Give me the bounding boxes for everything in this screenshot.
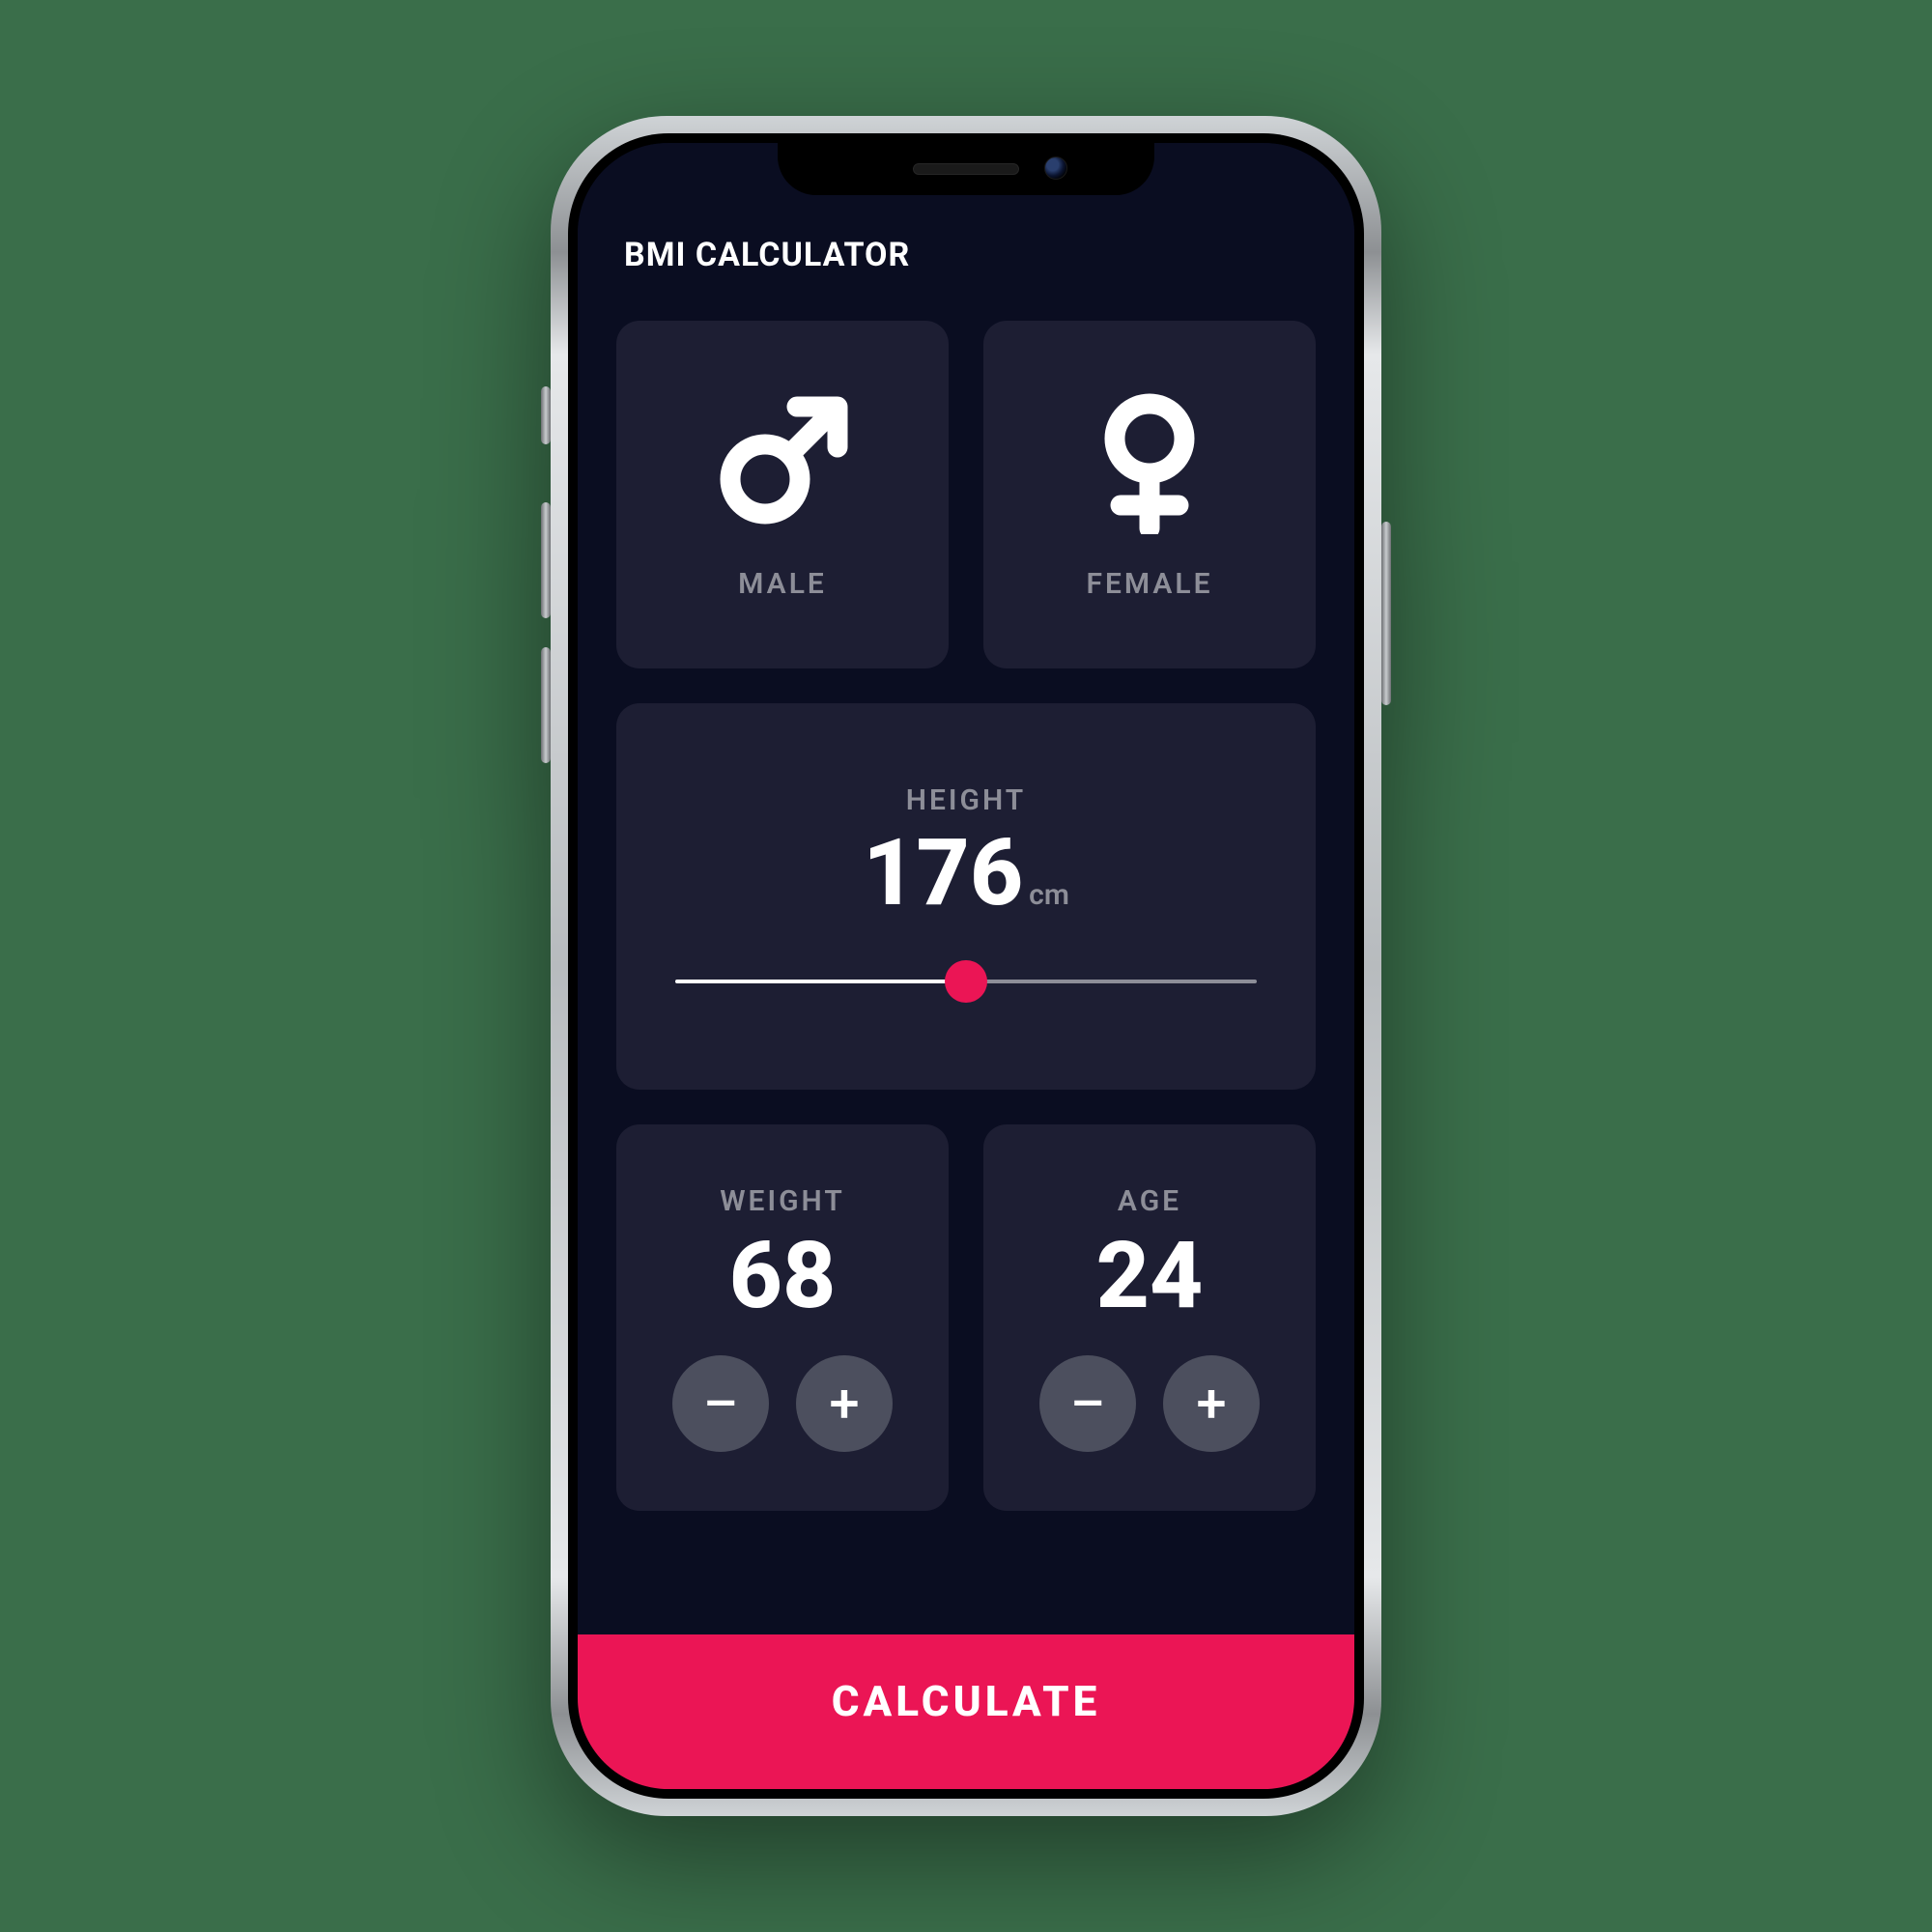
- age-label: AGE: [1118, 1184, 1181, 1218]
- weight-label: WEIGHT: [720, 1184, 845, 1218]
- height-unit: cm: [1029, 878, 1069, 912]
- height-card: HEIGHT 176 cm: [616, 703, 1316, 1090]
- height-label: HEIGHT: [906, 783, 1027, 817]
- calculate-label: CALCULATE: [832, 1676, 1101, 1726]
- weight-minus-button[interactable]: –: [672, 1355, 769, 1452]
- speaker-grille: [913, 163, 1019, 175]
- slider-track-inactive: [966, 980, 1257, 983]
- slider-track-active: [675, 980, 966, 983]
- weight-value: 68: [729, 1230, 837, 1322]
- plus-icon: +: [1196, 1372, 1226, 1435]
- female-card[interactable]: FEMALE: [983, 321, 1316, 668]
- male-icon: [710, 389, 855, 534]
- minus-icon: –: [703, 1372, 738, 1435]
- volume-up-button: [541, 502, 551, 618]
- calculate-button[interactable]: CALCULATE: [578, 1634, 1354, 1789]
- phone-notch: [778, 143, 1154, 195]
- age-minus-button[interactable]: –: [1039, 1355, 1136, 1452]
- height-value: 176: [863, 827, 1023, 920]
- silence-switch: [541, 386, 551, 444]
- male-label: MALE: [738, 567, 827, 601]
- female-icon: [1077, 389, 1222, 534]
- age-card: AGE 24 – +: [983, 1124, 1316, 1511]
- weight-plus-button[interactable]: +: [796, 1355, 893, 1452]
- weight-card: WEIGHT 68 – +: [616, 1124, 949, 1511]
- bmi-calculator-app: BMI CALCULATOR: [578, 143, 1354, 1789]
- weight-age-row: WEIGHT 68 – +: [616, 1124, 1316, 1511]
- app-title: BMI CALCULATOR: [624, 236, 910, 274]
- front-camera: [1044, 156, 1067, 180]
- height-value-row: 176 cm: [863, 827, 1069, 920]
- gender-row: MALE: [616, 321, 1316, 668]
- height-slider[interactable]: [675, 952, 1257, 1010]
- age-plus-button[interactable]: +: [1163, 1355, 1260, 1452]
- plus-icon: +: [829, 1372, 859, 1435]
- female-label: FEMALE: [1086, 567, 1212, 601]
- minus-icon: –: [1070, 1372, 1105, 1435]
- volume-down-button: [541, 647, 551, 763]
- slider-thumb[interactable]: [945, 960, 987, 1003]
- age-value: 24: [1096, 1230, 1204, 1322]
- phone-frame: BMI CALCULATOR: [551, 116, 1381, 1816]
- power-button: [1381, 522, 1391, 705]
- male-card[interactable]: MALE: [616, 321, 949, 668]
